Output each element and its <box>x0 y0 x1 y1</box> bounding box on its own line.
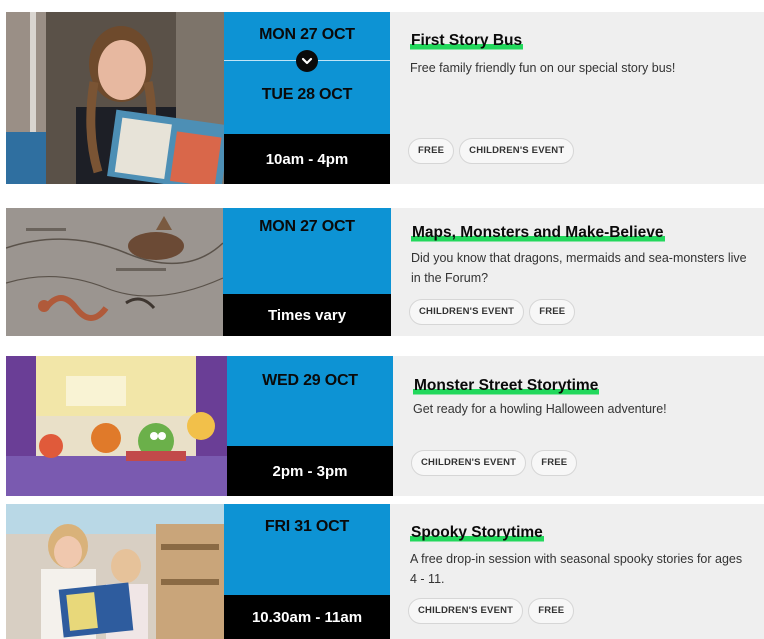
tag-free[interactable]: FREE <box>408 138 455 164</box>
event-card[interactable]: MON 27 OCT Times vary Maps, Monsters and… <box>6 208 764 336</box>
event-info: First Story Bus Free family friendly fun… <box>390 12 764 184</box>
tag-childrens-event[interactable]: CHILDREN'S EVENT <box>411 450 527 476</box>
tag-childrens-event[interactable]: CHILDREN'S EVENT <box>408 598 524 624</box>
end-date: TUE 28 OCT <box>261 86 353 103</box>
time-box: 2pm - 3pm <box>227 446 393 496</box>
event-card[interactable]: MON 27 OCT TUE 28 OCT 10am - 4pm First S… <box>6 12 764 184</box>
date-column: MON 27 OCT Times vary <box>223 208 391 336</box>
start-date: WED 29 OCT <box>262 372 358 389</box>
tag-childrens-event[interactable]: CHILDREN'S EVENT <box>459 138 575 164</box>
event-description: Free family friendly fun on our special … <box>410 61 676 75</box>
event-description: A free drop-in session with seasonal spo… <box>410 552 743 586</box>
start-date: FRI 31 OCT <box>264 518 350 535</box>
date-box: MON 27 OCT <box>223 208 391 294</box>
start-date: MON 27 OCT <box>259 218 355 235</box>
tag-free[interactable]: FREE <box>531 450 578 476</box>
date-box: WED 29 OCT <box>227 356 393 446</box>
event-info: Monster Street Storytime Get ready for a… <box>393 356 764 496</box>
event-description: Get ready for a howling Halloween advent… <box>413 402 667 416</box>
tag-list: FREE CHILDREN'S EVENT <box>408 138 575 164</box>
time-box: 10.30am - 11am <box>224 595 390 639</box>
chevron-down-icon[interactable] <box>296 50 318 72</box>
event-description: Did you know that dragons, mermaids and … <box>411 251 747 285</box>
time-box: 10am - 4pm <box>224 134 390 184</box>
event-title[interactable]: Maps, Monsters and Make-Believe <box>411 224 665 242</box>
tag-list: CHILDREN'S EVENT FREE <box>408 598 575 624</box>
date-column: FRI 31 OCT 10.30am - 11am <box>224 504 390 639</box>
event-title[interactable]: Monster Street Storytime <box>413 377 600 395</box>
date-column: MON 27 OCT TUE 28 OCT 10am - 4pm <box>224 12 390 184</box>
event-card[interactable]: FRI 31 OCT 10.30am - 11am Spooky Storyti… <box>6 504 764 639</box>
time-box: Times vary <box>223 294 391 336</box>
date-box: MON 27 OCT TUE 28 OCT <box>224 12 390 134</box>
date-column: WED 29 OCT 2pm - 3pm <box>227 356 393 496</box>
date-box: FRI 31 OCT <box>224 504 390 595</box>
start-date: MON 27 OCT <box>259 26 355 43</box>
tag-list: CHILDREN'S EVENT FREE <box>409 299 576 325</box>
storyteller-photo[interactable] <box>6 12 224 184</box>
event-info: Spooky Storytime A free drop-in session … <box>390 504 764 639</box>
event-title[interactable]: Spooky Storytime <box>410 524 544 542</box>
tag-list: CHILDREN'S EVENT FREE <box>411 450 578 476</box>
monster-street-illustration[interactable] <box>6 356 227 496</box>
event-info: Maps, Monsters and Make-Believe Did you … <box>391 208 764 336</box>
old-map-sea-monster-image[interactable] <box>6 208 223 336</box>
event-title[interactable]: First Story Bus <box>410 32 524 50</box>
tag-free[interactable]: FREE <box>528 598 575 624</box>
children-reading-photo[interactable] <box>6 504 224 639</box>
tag-childrens-event[interactable]: CHILDREN'S EVENT <box>409 299 525 325</box>
tag-free[interactable]: FREE <box>529 299 576 325</box>
event-card[interactable]: WED 29 OCT 2pm - 3pm Monster Street Stor… <box>6 356 764 496</box>
